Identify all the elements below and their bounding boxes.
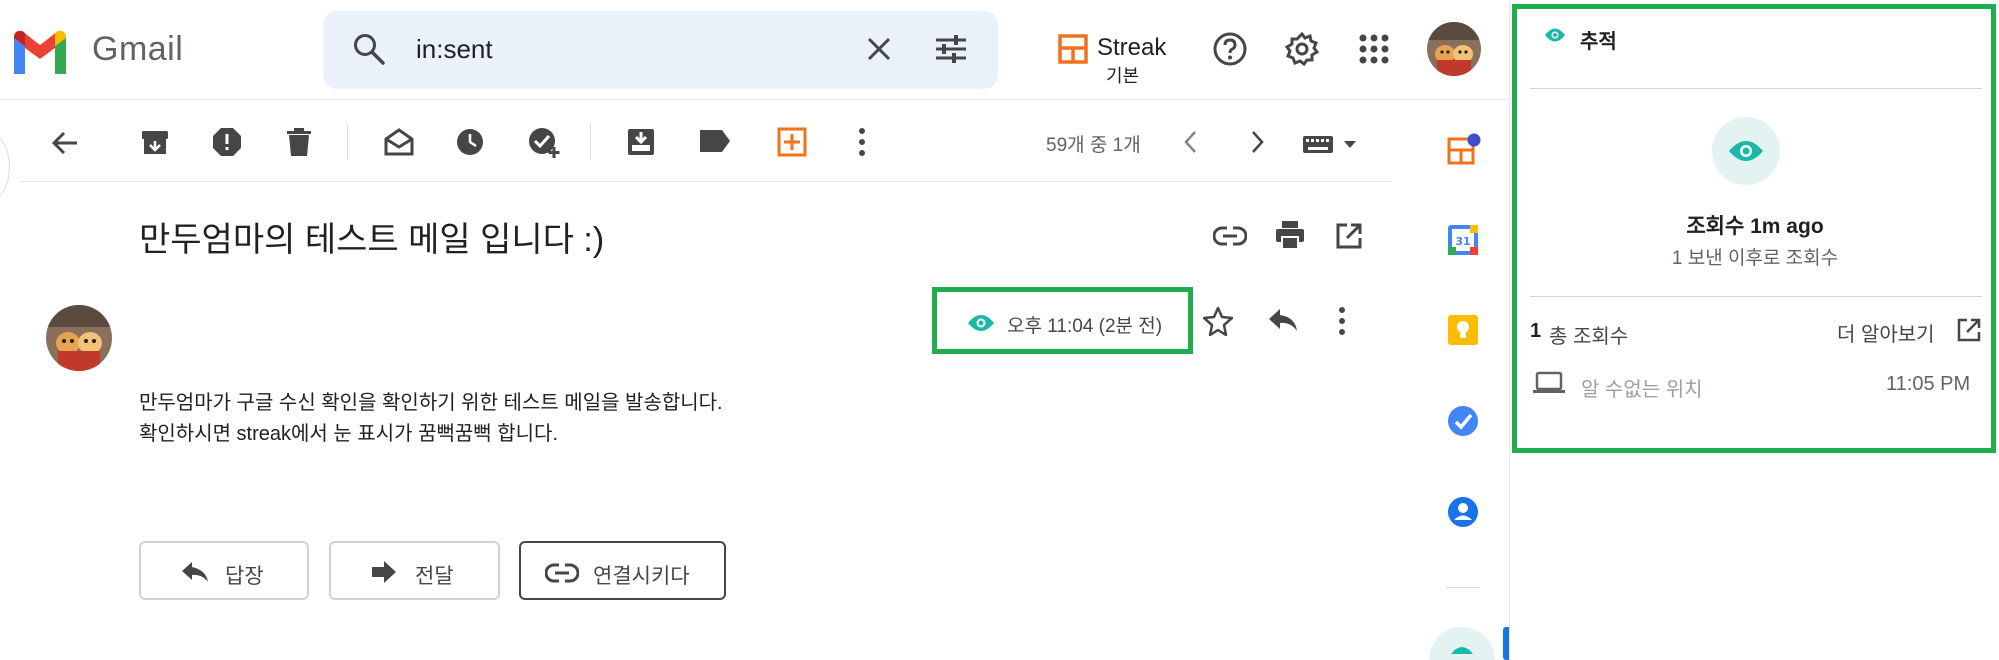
streak-button[interactable]: Streak 기본 — [1058, 30, 1178, 86]
tasks-icon[interactable] — [1447, 405, 1479, 437]
reply-button-label: 답장 — [225, 565, 264, 588]
views-title: 조회수 1m ago — [1686, 215, 1824, 238]
app-name[interactable]: Gmail — [92, 30, 183, 69]
print-icon[interactable] — [1275, 220, 1305, 250]
sent-time: 오후 11:04 (2분 전) — [1007, 316, 1163, 337]
filter-options-icon[interactable] — [934, 34, 968, 64]
total-views-count: 1 — [1530, 320, 1542, 342]
email-subject: 만두엄마의 테스트 메일 입니다 :) — [139, 221, 605, 259]
mark-unread-icon[interactable] — [383, 127, 415, 157]
sender-avatar[interactable] — [46, 305, 112, 371]
keep-icon[interactable] — [1447, 314, 1479, 346]
eye-icon — [1544, 27, 1566, 43]
total-views-label: 총 조회수 — [1549, 326, 1629, 348]
more-vert-icon[interactable] — [857, 127, 867, 157]
streak-logo-icon — [1058, 34, 1088, 64]
star-icon[interactable] — [1203, 306, 1233, 336]
learn-more-link[interactable]: 더 알아보기 — [1837, 318, 1935, 347]
panel-divider — [1530, 88, 1982, 89]
panel-divider — [1530, 296, 1982, 297]
reply-icon[interactable] — [1267, 306, 1299, 334]
forward-arrow-icon — [371, 560, 397, 584]
views-subtitle: 1 보낸 이후로 조회수 — [1671, 248, 1839, 269]
tracking-eye-badge — [1712, 117, 1780, 185]
streak-sublabel: 기본 — [1106, 66, 1140, 86]
body-line: 확인하시면 streak에서 눈 표시가 꿈뻑꿈뻑 합니다. — [139, 423, 559, 445]
help-icon[interactable] — [1212, 31, 1248, 67]
contacts-icon[interactable] — [1447, 496, 1479, 528]
view-time: 11:05 PM — [1886, 373, 1971, 395]
label-icon[interactable] — [698, 128, 732, 154]
open-new-window-icon[interactable] — [1956, 317, 1982, 343]
toolbar-divider — [347, 124, 348, 160]
gear-icon[interactable] — [1284, 31, 1320, 67]
open-new-window-icon[interactable] — [1335, 222, 1363, 250]
calendar-icon[interactable]: 31 — [1447, 224, 1479, 256]
streak-app-icon[interactable] — [1447, 133, 1481, 167]
add-task-icon[interactable] — [527, 125, 561, 159]
svg-text:31: 31 — [1455, 235, 1470, 248]
link-icon[interactable] — [1213, 224, 1247, 248]
forward-button-label: 전달 — [415, 565, 454, 588]
laptop-icon — [1532, 370, 1566, 396]
rail-divider — [1446, 587, 1480, 588]
collapse-handle[interactable] — [0, 132, 10, 202]
toolbar-divider — [590, 124, 591, 160]
streak-box-icon[interactable] — [777, 127, 807, 157]
link-button-label: 연결시키다 — [593, 565, 690, 588]
more-vert-icon[interactable] — [1337, 306, 1347, 336]
chevron-right-icon[interactable] — [1249, 129, 1265, 155]
move-to-icon[interactable] — [626, 127, 656, 157]
search-input[interactable]: in:sent — [416, 34, 493, 65]
reply-button[interactable]: 답장 — [139, 541, 309, 600]
pagination-label: 59개 중 1개 — [1046, 135, 1141, 156]
reply-icon — [181, 560, 209, 584]
chevron-left-icon[interactable] — [1183, 129, 1199, 155]
archive-icon[interactable] — [140, 127, 170, 157]
apps-grid-icon[interactable] — [1358, 33, 1390, 65]
report-spam-icon[interactable] — [212, 127, 242, 157]
sent-time-highlight: 오후 11:04 (2분 전) — [932, 287, 1193, 354]
link-button[interactable]: 연결시키다 — [519, 541, 726, 600]
gmail-logo-icon[interactable] — [10, 28, 70, 74]
keyboard-icon[interactable] — [1302, 133, 1362, 155]
forward-button[interactable]: 전달 — [329, 541, 500, 600]
snooze-clock-icon[interactable] — [455, 127, 485, 157]
link-icon — [545, 562, 579, 584]
side-app-rail: 31 — [1415, 100, 1509, 660]
back-arrow-icon[interactable] — [50, 128, 80, 158]
search-icon[interactable] — [352, 32, 386, 66]
view-location: 알 수없는 위치 — [1581, 379, 1703, 401]
streak-tracking-eye-icon[interactable] — [1429, 627, 1495, 660]
streak-label: Streak — [1097, 34, 1167, 61]
panel-title: 추적 — [1580, 31, 1617, 53]
close-icon[interactable] — [864, 34, 894, 64]
body-line: 만두엄마가 구글 수신 확인을 확인하기 위한 테스트 메일을 발송합니다. — [139, 392, 723, 414]
trash-icon[interactable] — [285, 127, 313, 157]
account-avatar[interactable] — [1427, 22, 1481, 76]
eye-icon — [1728, 139, 1764, 163]
eye-icon[interactable] — [967, 313, 995, 333]
